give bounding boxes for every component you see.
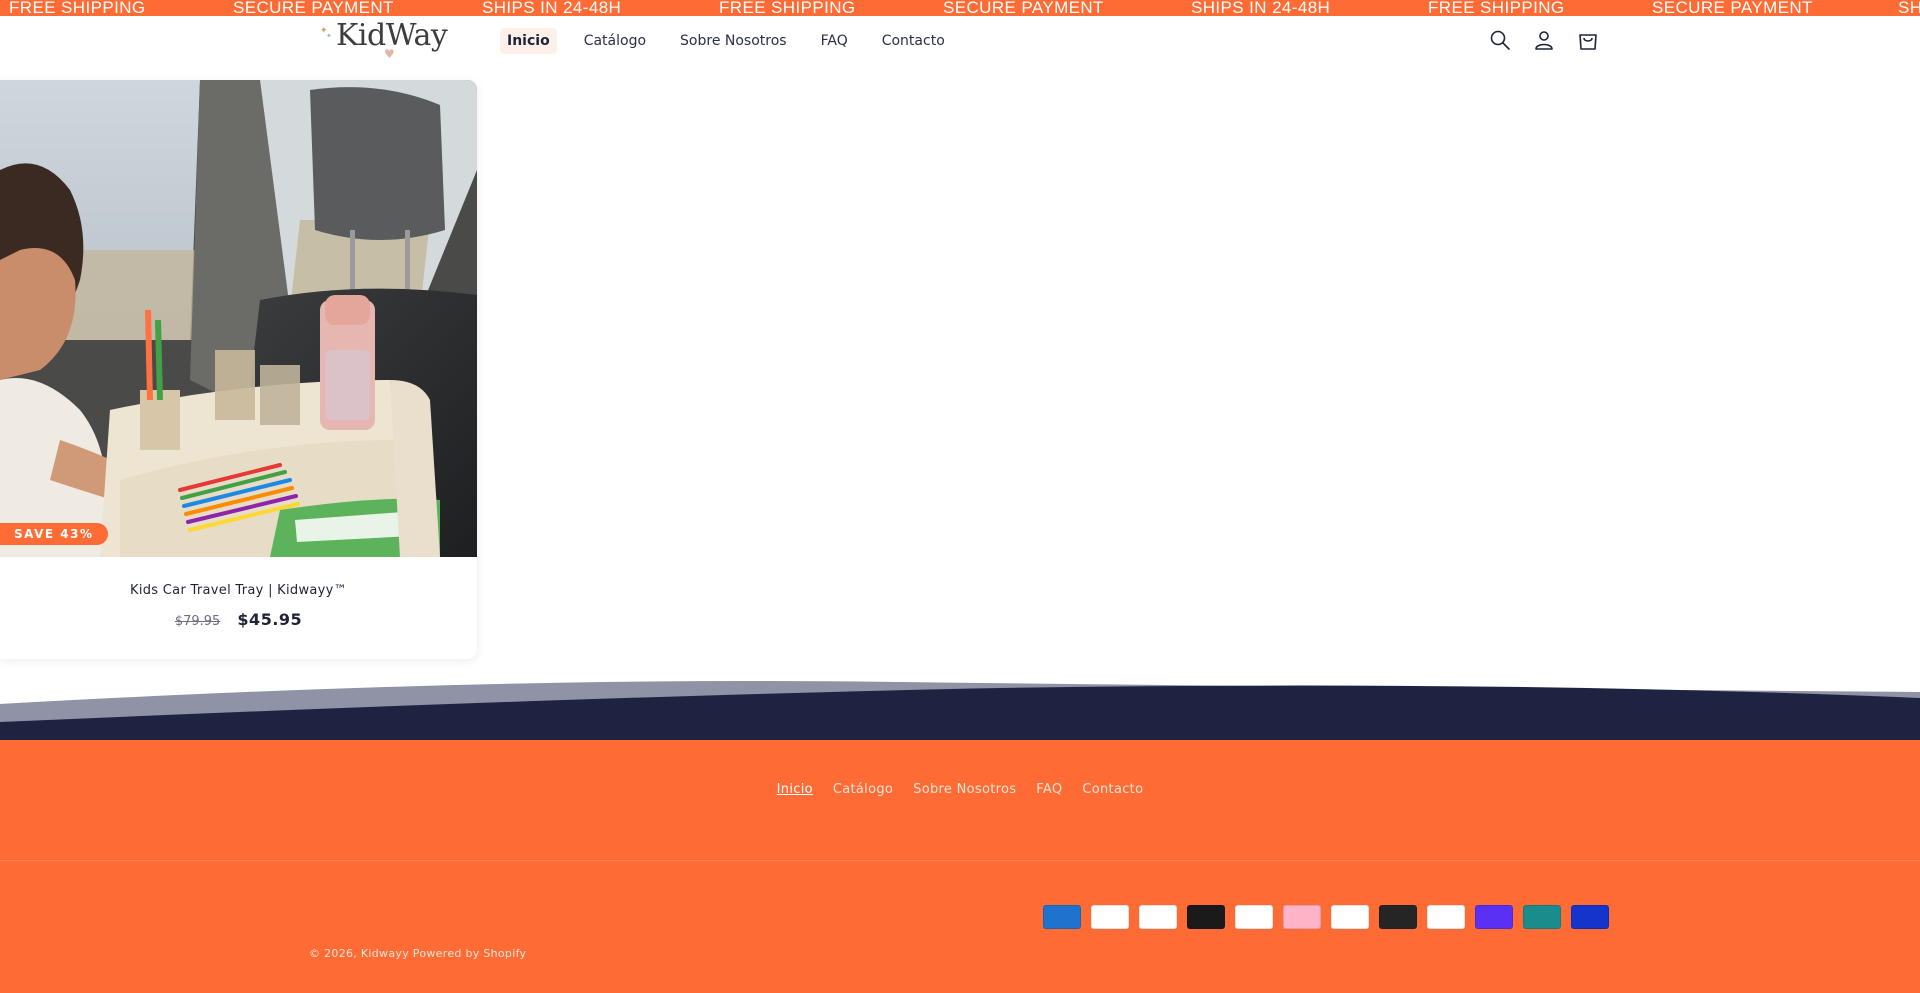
announcement-message: SECURE PAYMENT [943, 0, 1104, 16]
announcement-message: FREE SHIPPING [1428, 0, 1565, 16]
nav-item-faq[interactable]: FAQ [814, 28, 855, 54]
product-prices: $79.95 $45.95 [0, 610, 477, 629]
logo[interactable]: ✦ ✦ KidWay ♥ [318, 18, 448, 62]
announcement-message: SHIPS IN 24-48H [1191, 0, 1331, 16]
shop-pay-icon [1475, 905, 1513, 929]
site-header: ✦ ✦ KidWay ♥ Inicio Catálogo Sobre Nosot… [0, 16, 1920, 64]
apple-pay-icon [1091, 905, 1129, 929]
site-footer: Inicio Catálogo Sobre Nosotros FAQ Conta… [0, 740, 1920, 993]
logo-star-icon: ✦ [326, 32, 332, 40]
amex-icon [1043, 905, 1081, 929]
announcement-message: SECURE PAYMENT [1652, 0, 1813, 16]
footer-divider [0, 860, 1920, 861]
paypal-icon [1427, 905, 1465, 929]
search-icon[interactable] [1486, 26, 1514, 54]
sale-price: $45.95 [237, 610, 303, 629]
announcement-message: SHIPS IN 24-48H [1898, 0, 1920, 16]
account-icon[interactable] [1530, 26, 1558, 54]
nav-item-inicio[interactable]: Inicio [500, 28, 557, 54]
store-name-link[interactable]: Kidwayy [361, 947, 409, 960]
product-title[interactable]: Kids Car Travel Tray | Kidwayy™ [0, 583, 477, 598]
bancontact-icon [1139, 905, 1177, 929]
blik-icon [1187, 905, 1225, 929]
union-pay-icon [1523, 905, 1561, 929]
nav-item-sobre-nosotros[interactable]: Sobre Nosotros [673, 28, 794, 54]
visa-icon [1571, 905, 1609, 929]
klarna-icon [1283, 905, 1321, 929]
footer-nav-inicio[interactable]: Inicio [777, 782, 813, 797]
nav-item-catalogo[interactable]: Catálogo [577, 28, 653, 54]
powered-by-link[interactable]: Powered by Shopify [413, 947, 527, 960]
footer-nav-sobre-nosotros[interactable]: Sobre Nosotros [913, 782, 1016, 797]
footer-wave-divider [0, 680, 1920, 740]
sale-badge: SAVE 43% [0, 523, 108, 545]
google-pay-icon [1235, 905, 1273, 929]
announcement-message: SHIPS IN 24-48H [482, 0, 622, 16]
copyright-prefix: © 2026, [309, 947, 358, 960]
footer-nav-contacto[interactable]: Contacto [1082, 782, 1143, 797]
nav-item-contacto[interactable]: Contacto [875, 28, 952, 54]
footer-nav-catalogo[interactable]: Catálogo [833, 782, 893, 797]
announcement-message: FREE SHIPPING [9, 0, 146, 16]
footer-nav-faq[interactable]: FAQ [1036, 782, 1062, 797]
announcement-message: FREE SHIPPING [719, 0, 856, 16]
payment-icons [1043, 905, 1609, 929]
cart-icon[interactable] [1574, 26, 1602, 54]
announcement-bar: FREE SHIPPING SECURE PAYMENT SHIPS IN 24… [0, 0, 1920, 16]
compare-at-price: $79.95 [174, 614, 221, 629]
product-image[interactable] [0, 80, 477, 557]
announcement-message: SECURE PAYMENT [233, 0, 394, 16]
copyright: © 2026, Kidwayy Powered by Shopify [309, 947, 526, 960]
ideal-icon [1331, 905, 1369, 929]
main-nav: Inicio Catálogo Sobre Nosotros FAQ Conta… [500, 28, 964, 54]
product-card[interactable]: SAVE 43% Kids Car Travel Tray | Kidwayy™… [0, 80, 477, 659]
header-icons [1486, 26, 1602, 54]
footer-nav: Inicio Catálogo Sobre Nosotros FAQ Conta… [0, 782, 1920, 797]
mastercard-icon [1379, 905, 1417, 929]
announcement-track: FREE SHIPPING SECURE PAYMENT SHIPS IN 24… [0, 0, 1920, 16]
logo-heart-icon: ♥ [384, 47, 395, 61]
